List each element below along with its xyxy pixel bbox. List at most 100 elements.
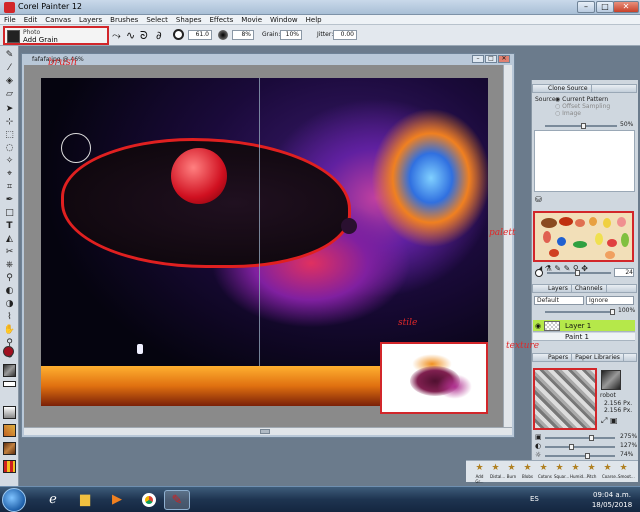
dodge-icon[interactable]: ◐: [3, 286, 16, 297]
preserve-select[interactable]: Ignore: [586, 296, 634, 305]
minimize-button[interactable]: –: [577, 1, 595, 13]
paper-scale-slider[interactable]: [545, 435, 615, 441]
composite-method-select[interactable]: Default: [534, 296, 584, 305]
tab-paper-libraries[interactable]: Paper Libraries: [572, 354, 624, 361]
crop-tool-icon[interactable]: ⌗: [3, 182, 16, 193]
text-tool-icon[interactable]: T: [3, 221, 16, 232]
shape-selection-icon[interactable]: ◭: [3, 234, 16, 245]
menu-canvas[interactable]: Canvas: [41, 15, 75, 25]
opacity-field[interactable]: 8%: [232, 30, 254, 40]
chrome-icon[interactable]: [136, 490, 162, 510]
pattern-selector-icon[interactable]: [3, 424, 16, 437]
tab-papers[interactable]: Papers: [545, 354, 573, 361]
dock-brush-pitch[interactable]: ★ Pitch: [586, 462, 597, 482]
doc-minimize-button[interactable]: –: [472, 55, 484, 63]
rubber-stamp-icon[interactable]: ⚲: [3, 273, 16, 284]
paint-bucket-icon[interactable]: ◈: [3, 76, 16, 87]
pen-tool-icon[interactable]: ✒: [3, 195, 16, 206]
magic-wand-icon[interactable]: ✧: [3, 156, 16, 167]
doc-maximize-button[interactable]: □: [485, 55, 497, 63]
dock-brush-smooth[interactable]: ★ Smoot...: [618, 462, 635, 482]
main-color-swatch[interactable]: [3, 346, 14, 357]
burn-icon[interactable]: ◑: [3, 299, 16, 310]
brush-size-icon[interactable]: [173, 29, 184, 40]
menu-shapes[interactable]: Shapes: [172, 15, 206, 25]
grabber-hand-icon[interactable]: ✋: [3, 325, 16, 336]
clone-source-panel-title[interactable]: Clone Source: [532, 84, 637, 93]
brush-selector[interactable]: Photo Add Grain: [3, 26, 109, 45]
paper-contrast-slider[interactable]: [545, 444, 615, 450]
menu-help[interactable]: Help: [302, 15, 326, 25]
gradient-selector-icon[interactable]: [3, 406, 16, 419]
menu-layers[interactable]: Layers: [75, 15, 106, 25]
brush-stroke-icon[interactable]: ⤳: [112, 29, 121, 43]
close-button[interactable]: ✕: [613, 1, 639, 13]
doc-close-button[interactable]: ✕: [498, 55, 510, 63]
paper-tools-icon[interactable]: ⤢ ▣: [601, 416, 618, 426]
dock-brush-distal[interactable]: ★ Distal...: [490, 462, 505, 482]
horizontal-scrollbar[interactable]: [24, 427, 512, 435]
brush-curve-icon[interactable]: ∿: [126, 29, 135, 42]
clone-source-add-icon[interactable]: ⛁: [535, 195, 542, 204]
clock-date[interactable]: 18/05/2018: [590, 501, 634, 509]
dropper-tool-icon[interactable]: ⁄: [3, 63, 16, 74]
jitter-field[interactable]: 0.00: [333, 30, 357, 40]
layer-opacity-knob[interactable]: [610, 309, 615, 315]
paper-thumbnail[interactable]: [601, 370, 621, 390]
file-explorer-icon[interactable]: ▆: [72, 490, 98, 510]
source-option-image[interactable]: ○ Image: [555, 110, 581, 117]
menu-edit[interactable]: Edit: [20, 15, 42, 25]
brush-tool-icon[interactable]: ✎: [3, 50, 16, 61]
painter-taskbar-icon[interactable]: ✎: [164, 490, 190, 510]
paper-scale-knob[interactable]: [589, 435, 594, 441]
scissors-icon[interactable]: ✂: [3, 247, 16, 258]
tab-channels[interactable]: Channels: [572, 285, 607, 292]
grain-field[interactable]: 10%: [280, 30, 302, 40]
maximize-button[interactable]: □: [596, 1, 614, 13]
paper-contrast-knob[interactable]: [569, 444, 574, 450]
selection-adjuster-icon[interactable]: ⌖: [3, 169, 16, 180]
menu-movie[interactable]: Movie: [237, 15, 266, 25]
lasso-icon[interactable]: ◌: [3, 143, 16, 154]
look-selector-icon[interactable]: [3, 460, 16, 473]
menu-window[interactable]: Window: [266, 15, 302, 25]
clone-source-list[interactable]: [534, 130, 635, 192]
vertical-scrollbar[interactable]: [503, 65, 512, 427]
menu-brushes[interactable]: Brushes: [106, 15, 142, 25]
nozzle-selector-icon[interactable]: [3, 442, 16, 455]
mixer-size-knob[interactable]: [575, 270, 580, 276]
eraser-tool-icon[interactable]: ▱: [3, 89, 16, 100]
scroll-thumb[interactable]: [260, 429, 270, 434]
dock-brush-humid[interactable]: ★ Humid...: [570, 462, 587, 482]
brush-tilt-icon[interactable]: ∂: [156, 29, 162, 42]
tab-layers[interactable]: Layers: [545, 285, 572, 292]
menu-effects[interactable]: Effects: [206, 15, 238, 25]
layer-opacity-slider[interactable]: [545, 309, 615, 315]
clock-time[interactable]: 09:04 a.m.: [590, 491, 634, 499]
cloner-icon[interactable]: ⎈: [3, 260, 16, 271]
source-option-offset[interactable]: ○ Offset Sampling: [555, 103, 610, 110]
paper-brightness-knob[interactable]: [585, 453, 590, 459]
dock-brush-blobs[interactable]: ★ Blobs: [522, 462, 533, 482]
rect-select-icon[interactable]: ⬚: [3, 130, 16, 141]
layer-adjuster-icon[interactable]: ➤: [3, 104, 16, 115]
paper-texture-preview[interactable]: [533, 368, 597, 430]
media-player-icon[interactable]: ▶: [104, 490, 130, 510]
mixer-palette[interactable]: [533, 211, 634, 262]
clone-opacity-slider[interactable]: [545, 123, 617, 129]
media-selector-icon[interactable]: [3, 381, 16, 387]
dock-brush-coarse[interactable]: ★ Coarse...: [602, 462, 620, 482]
brush-spiral-icon[interactable]: ᘐ: [140, 29, 148, 43]
dock-brush-add-grain[interactable]: ★ Add Gr...: [474, 462, 485, 484]
start-button[interactable]: [2, 488, 26, 512]
internet-explorer-icon[interactable]: ℯ: [40, 490, 66, 510]
transform-tool-icon[interactable]: ⊹: [3, 117, 16, 128]
clone-opacity-knob[interactable]: [581, 123, 586, 129]
source-option-current[interactable]: ◉ Current Pattern: [555, 96, 608, 103]
menu-select[interactable]: Select: [142, 15, 172, 25]
dock-brush-square[interactable]: ★ Squar...: [554, 462, 569, 482]
menu-file[interactable]: File: [0, 15, 20, 25]
clone-source-tab[interactable]: Clone Source: [545, 85, 592, 92]
rectangle-shape-icon[interactable]: □: [3, 208, 16, 219]
mirror-icon[interactable]: ⌇: [3, 312, 16, 323]
